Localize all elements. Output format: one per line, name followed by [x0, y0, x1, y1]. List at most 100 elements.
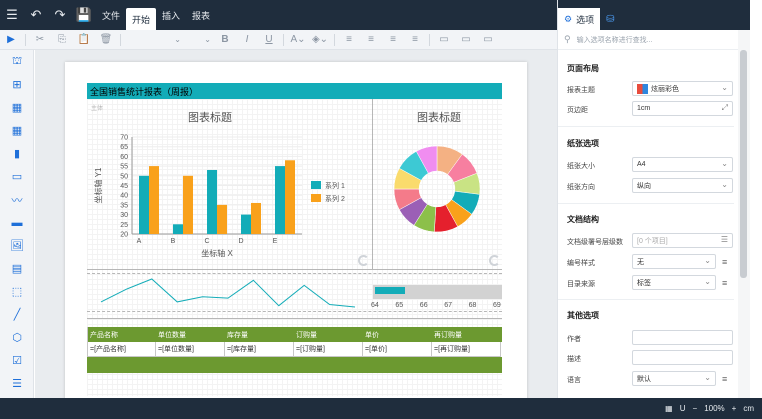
grid-icon[interactable]: ▦ [665, 404, 673, 413]
hamburger-menu-icon[interactable]: ☰ [0, 0, 24, 30]
bar-chart[interactable]: 20 25 30 35 40 45 50 55 60 65 70 A B C D E 坐标轴 X 坐标轴 Y1 系列… [87, 122, 372, 267]
database-icon: ⛁ [606, 13, 615, 25]
container-icon[interactable]: ⬚ [0, 280, 34, 303]
zoom-level[interactable]: 100% [704, 404, 724, 413]
textbox-icon[interactable]: ▭ [0, 165, 34, 188]
table-header-cell[interactable]: 单位数量 [156, 327, 225, 342]
toc-source-select[interactable]: 标签 ⌄ [632, 275, 716, 290]
table-cell[interactable]: =[再订购量] [432, 342, 501, 357]
chevron-down-icon: ⌄ [704, 256, 711, 265]
align-middle-icon[interactable]: ▭ [455, 30, 477, 50]
zoom-out-button[interactable]: − [693, 404, 698, 413]
sparkline[interactable] [87, 274, 373, 312]
orientation-label: 纸张方向 [567, 184, 595, 191]
table-header-cell[interactable]: 订购量 [294, 327, 363, 342]
section-doc-structure: 文档结构 [567, 215, 599, 224]
theme-select[interactable]: 炫丽彩色 ⌄ [632, 81, 733, 96]
font-size-dropdown[interactable]: ⌄ [184, 33, 214, 47]
copy-icon[interactable]: ⎘ [51, 30, 73, 50]
margin-input[interactable]: 1cm ⤢ [632, 101, 733, 116]
tab-data-source[interactable]: ⛁ [600, 8, 614, 30]
run-icon[interactable]: ▶ [0, 30, 22, 50]
table-cell[interactable]: =[单位数量] [156, 342, 225, 357]
tab-insert[interactable]: 插入 [156, 0, 186, 30]
paste-icon[interactable]: 📋 [73, 30, 95, 50]
tree-icon[interactable]: ⛫ [0, 50, 34, 73]
tab-report[interactable]: 报表 [186, 0, 216, 30]
description-input[interactable] [632, 350, 733, 365]
expand-icon[interactable]: ⤢ [722, 103, 728, 113]
delete-icon[interactable]: 🗑 [95, 30, 117, 50]
bar-chart-icon[interactable]: ▮ [0, 142, 34, 165]
language-select[interactable]: 默认 ⌄ [632, 371, 716, 386]
orientation-select[interactable]: 纵向 ⌄ [632, 178, 733, 193]
hierarchy-icon[interactable]: ⊞ [0, 73, 34, 96]
divider [120, 33, 121, 46]
tab-home[interactable]: 开始 [126, 8, 157, 30]
databar-tick-label: 64 [371, 302, 379, 309]
report-title[interactable]: 全国销售统计报表（周报） [87, 83, 502, 99]
snap-icon[interactable]: U [680, 404, 686, 413]
x-tick-label: C [204, 238, 209, 245]
align-left-icon[interactable]: ≡ [338, 30, 360, 50]
align-justify-icon[interactable]: ≡ [404, 30, 426, 50]
underline-button[interactable]: U [258, 30, 280, 50]
table-header-cell[interactable]: 库存量 [225, 327, 294, 342]
cut-icon[interactable]: ✂ [29, 30, 51, 50]
paper-size-select[interactable]: A4 ⌄ [632, 157, 733, 172]
databar-tick-label: 69 [493, 302, 501, 309]
doc-levels-field[interactable]: [0 个项目] ☰ [632, 233, 733, 248]
list-icon[interactable]: ☰ [0, 372, 34, 395]
refresh-icon[interactable] [489, 255, 500, 266]
table-icon[interactable]: ▦ [0, 96, 34, 119]
databar-fill [375, 287, 406, 294]
table-cell[interactable]: =[库存量] [225, 342, 294, 357]
table-cell[interactable]: =[订购量] [294, 342, 363, 357]
image-icon[interactable]: 🖼 [0, 234, 34, 257]
unit-label[interactable]: cm [743, 404, 754, 413]
italic-button[interactable]: I [236, 30, 258, 50]
align-bottom-icon[interactable]: ▭ [477, 30, 499, 50]
menu-icon[interactable]: ≡ [722, 374, 727, 384]
y-tick-label: 35 [120, 202, 128, 209]
table-cell[interactable]: =[单价] [363, 342, 432, 357]
tab-file[interactable]: 文件 [96, 0, 126, 30]
menu-icon[interactable]: ≡ [722, 278, 727, 288]
matrix-icon[interactable]: ▦ [0, 119, 34, 142]
refresh-icon[interactable] [358, 255, 369, 266]
redo-icon[interactable]: ↷ [48, 0, 72, 30]
sparkline-icon[interactable]: 〰 [0, 188, 34, 211]
options-search[interactable]: ⚲ 输入选项名称进行查找... [558, 30, 750, 50]
checkbox-icon[interactable]: ☑ [0, 349, 34, 372]
numbering-select[interactable]: 无 ⌄ [632, 254, 716, 269]
table-header-cell[interactable]: 产品名称 [87, 327, 156, 342]
subreport-icon[interactable]: ▤ [0, 257, 34, 280]
line-icon[interactable]: ╱ [0, 303, 34, 326]
y-tick-label: 55 [120, 164, 128, 171]
align-right-icon[interactable]: ≡ [382, 30, 404, 50]
table-footer-row[interactable] [87, 357, 502, 373]
tab-options[interactable]: ⚙ 选项 [558, 8, 601, 30]
shape-icon[interactable]: ⬡ [0, 326, 34, 349]
undo-icon[interactable]: ↶ [24, 0, 48, 30]
databar-icon[interactable]: ▬ [0, 211, 34, 234]
table-header-cell[interactable]: 再订购量 [432, 327, 501, 342]
save-icon[interactable]: 💾 [72, 0, 96, 30]
font-family-dropdown[interactable]: ⌄ [124, 33, 184, 47]
align-center-icon[interactable]: ≡ [360, 30, 382, 50]
menu-icon[interactable]: ≡ [722, 257, 727, 267]
y-tick-label: 45 [120, 183, 128, 190]
align-top-icon[interactable]: ▭ [433, 30, 455, 50]
author-input[interactable] [632, 330, 733, 345]
report-table[interactable]: 产品名称 单位数量 库存量 订购量 单价 再订购量 =[产品名称] =[单位数量… [87, 327, 502, 373]
pie-chart[interactable] [373, 122, 502, 267]
zoom-in-button[interactable]: + [732, 404, 737, 413]
bar [285, 160, 295, 234]
scrollbar[interactable] [740, 50, 747, 278]
font-color-icon[interactable]: A⌄ [287, 30, 309, 50]
table-cell[interactable]: =[产品名称] [87, 342, 156, 357]
fill-color-icon[interactable]: ◈⌄ [309, 30, 331, 50]
table-header-cell[interactable]: 单价 [363, 327, 432, 342]
bold-button[interactable]: B [214, 30, 236, 50]
list-icon[interactable]: ☰ [721, 235, 728, 244]
